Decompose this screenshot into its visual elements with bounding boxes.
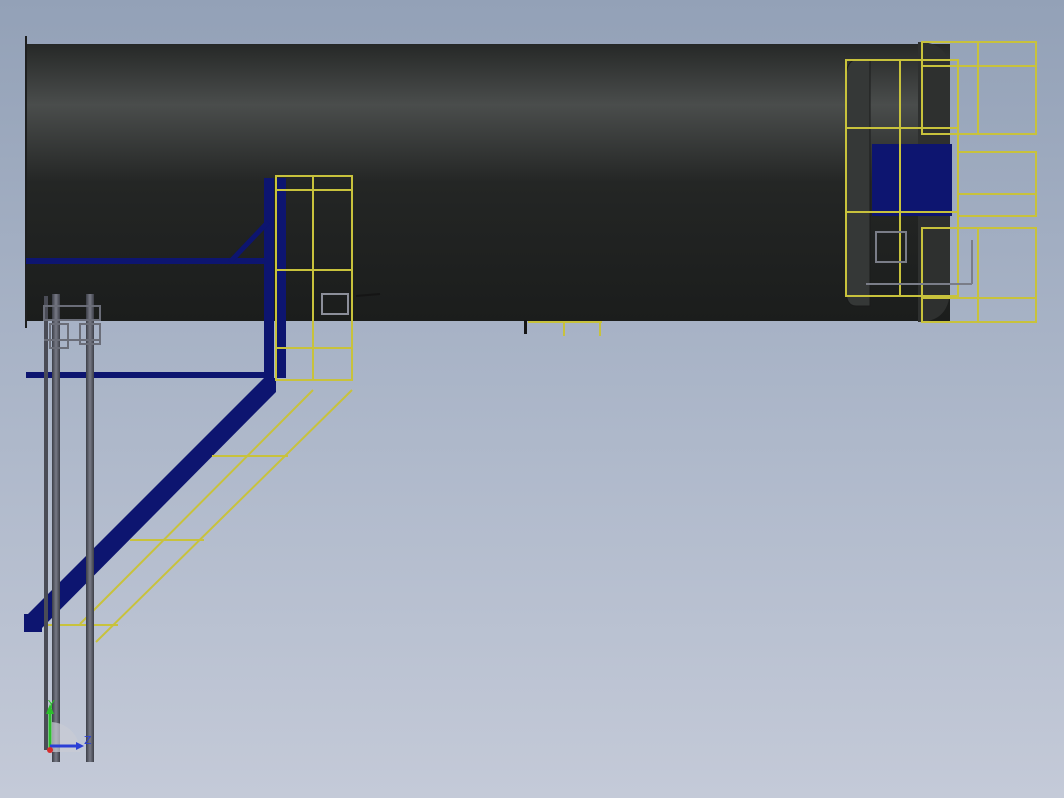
triad-x-axis	[47, 747, 53, 753]
orientation-triad[interactable]: Y Z	[46, 698, 92, 753]
vessel-shell[interactable]	[25, 36, 950, 334]
stair-foot	[24, 614, 42, 632]
bottom-rail	[528, 321, 602, 336]
cad-viewport[interactable]: Y Z	[0, 0, 1064, 798]
pipe-1	[44, 296, 48, 750]
nozzle-bottom	[524, 320, 527, 334]
pipe-2	[52, 294, 60, 762]
model-view[interactable]: Y Z	[0, 0, 1064, 798]
stair-stringer	[26, 378, 276, 630]
triad-z-arrowhead	[76, 742, 84, 750]
pipe-risers[interactable]	[43, 294, 101, 762]
pipe-3	[86, 294, 94, 762]
column-platform	[264, 178, 274, 384]
triad-z-label: Z	[84, 734, 92, 747]
triad-y-label: Y	[47, 698, 55, 711]
beam-lower	[26, 372, 270, 378]
stair-rail-inner	[79, 389, 314, 625]
end-platform-steel	[872, 144, 952, 216]
vessel-head-inner	[845, 59, 871, 307]
vessel-body	[26, 44, 950, 321]
